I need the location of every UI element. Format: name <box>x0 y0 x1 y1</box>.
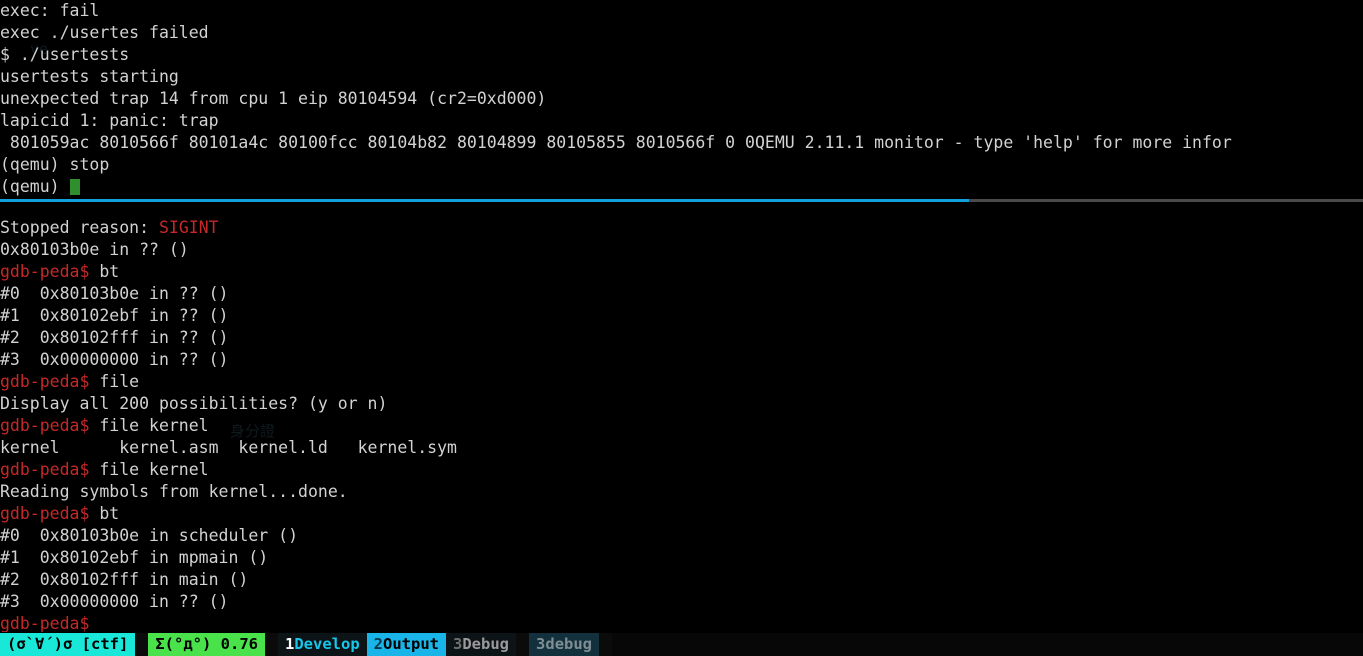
terminal-line-text: $ ./usertests <box>0 45 130 64</box>
terminal-line: lapicid 1: panic: trap <box>0 110 1363 132</box>
terminal-line: 801059ac 8010566f 80101a4c 80100fcc 8010… <box>0 132 1363 154</box>
pane-divider[interactable] <box>0 199 1363 202</box>
terminal-line: #0 0x80103b0e in scheduler () <box>0 525 1363 547</box>
terminal-line: #3 0x00000000 in ?? () <box>0 591 1363 613</box>
terminal-line: #1 0x80102ebf in ?? () <box>0 305 1363 327</box>
powerline-separator-icon <box>135 633 148 656</box>
terminal-line-text: #0 0x80103b0e in scheduler () <box>0 526 299 545</box>
gdb-prompt: gdb-peda$ <box>0 460 90 479</box>
terminal-line-text: #0 0x80103b0e in ?? () <box>0 284 229 303</box>
terminal-line-text: file <box>89 372 140 391</box>
terminal-line-text: #3 0x00000000 in ?? () <box>0 592 229 611</box>
window-tab-label: Develop <box>294 635 360 653</box>
pane-divider-active-segment <box>0 199 969 202</box>
terminal-line-text: unexpected trap 14 from cpu 1 eip 801045… <box>0 89 547 108</box>
terminal-line: #0 0x80103b0e in ?? () <box>0 283 1363 305</box>
gdb-prompt: gdb-peda$ <box>0 262 90 281</box>
powerline-separator-icon <box>516 633 529 656</box>
terminal-line: exec: fail <box>0 0 1363 22</box>
terminal-line: gdb-peda$ <box>0 613 1363 632</box>
window-tab-index: 1 <box>284 635 295 653</box>
window-tab-index: 2 <box>373 635 383 653</box>
window-tab-develop[interactable]: 1Develop <box>277 633 367 656</box>
gdb-prompt: gdb-peda$ <box>0 614 90 632</box>
status-right-session-label: debug <box>545 635 593 653</box>
terminal-line: gdb-peda$ file <box>0 371 1363 393</box>
gdb-prompt: gdb-peda$ <box>0 372 90 391</box>
terminal-line: (qemu) <box>0 176 1363 198</box>
window-tab-label: Debug <box>462 635 510 653</box>
terminal-line: gdb-peda$ bt <box>0 261 1363 283</box>
terminal-screen: ve 身分證 exec: fail exec ./usertes failed $ … <box>0 0 1363 656</box>
terminal-line: gdb-peda$ file kernel <box>0 459 1363 481</box>
terminal-line-text: exec: fail <box>0 1 100 20</box>
status-load-label: Σ(°д°) 0.76 <box>155 635 258 653</box>
qemu-monitor-pane[interactable]: exec: fail exec ./usertes failed $ ./usert… <box>0 0 1363 198</box>
terminal-line-text: bt <box>89 262 120 281</box>
terminal-line: #2 0x80102fff in main () <box>0 569 1363 591</box>
terminal-line: exec ./usertes failed <box>0 22 1363 44</box>
terminal-line-text: (qemu) <box>0 177 70 196</box>
terminal-line: #2 0x80102fff in ?? () <box>0 327 1363 349</box>
tmux-status-bar: (σ`∀´)σ [ctf] Σ(°д°) 0.76 1Develop 2Outp… <box>0 633 1363 656</box>
terminal-line: gdb-peda$ file kernel <box>0 415 1363 437</box>
terminal-line-text: file kernel <box>89 460 209 479</box>
terminal-line: unexpected trap 14 from cpu 1 eip 801045… <box>0 88 1363 110</box>
terminal-line-text: Reading symbols from kernel...done. <box>0 482 348 501</box>
terminal-line: gdb-peda$ bt <box>0 503 1363 525</box>
terminal-line-text: 0x80103b0e in ?? () <box>0 240 189 259</box>
terminal-line-text: kernel kernel.asm kernel.ld kernel.sym <box>0 438 457 457</box>
terminal-line-text: Display all 200 possibilities? (y or n) <box>0 394 388 413</box>
status-right-session-segment[interactable]: 3debug <box>529 633 600 656</box>
terminal-line-text: #2 0x80102fff in main () <box>0 570 249 589</box>
gdb-prompt: SIGINT <box>158 218 219 237</box>
terminal-line: #1 0x80102ebf in mpmain () <box>0 547 1363 569</box>
terminal-line-text: #2 0x80102fff in ?? () <box>0 328 229 347</box>
terminal-line-text: #3 0x00000000 in ?? () <box>0 350 229 369</box>
terminal-line: #3 0x00000000 in ?? () <box>0 349 1363 371</box>
terminal-line-text: (qemu) stop <box>0 155 110 174</box>
terminal-cursor <box>69 179 80 195</box>
terminal-line-text: Stopped reason: <box>0 218 159 237</box>
status-right-session-index: 3 <box>536 635 546 653</box>
terminal-line-text: 801059ac 8010566f 80101a4c 80100fcc 8010… <box>0 133 1232 152</box>
window-tab-index: 3 <box>453 635 463 653</box>
terminal-line-text: #1 0x80102ebf in mpmain () <box>0 548 269 567</box>
status-session-segment[interactable]: (σ`∀´)σ [ctf] <box>0 633 136 656</box>
terminal-line-text: file kernel <box>89 416 209 435</box>
terminal-line-text: exec ./usertes failed <box>0 23 209 42</box>
terminal-line: usertests starting <box>0 66 1363 88</box>
terminal-line-text: bt <box>89 504 120 523</box>
powerline-separator-icon <box>265 633 278 656</box>
terminal-line-text: #1 0x80102ebf in ?? () <box>0 306 229 325</box>
window-tab-debug[interactable]: 3Debug <box>446 633 517 656</box>
gdb-peda-pane[interactable]: Stopped reason: SIGINT 0x80103b0e in ?? (… <box>0 217 1363 632</box>
terminal-line: Reading symbols from kernel...done. <box>0 481 1363 503</box>
terminal-line: (qemu) stop <box>0 154 1363 176</box>
window-tab-output[interactable]: 2Output <box>366 633 446 656</box>
gdb-prompt: gdb-peda$ <box>0 416 90 435</box>
status-bar-filler <box>612 633 1363 656</box>
terminal-line: Display all 200 possibilities? (y or n) <box>0 393 1363 415</box>
terminal-line: kernel kernel.asm kernel.ld kernel.sym <box>0 437 1363 459</box>
powerline-separator-icon <box>599 633 612 656</box>
status-session-label: (σ`∀´)σ [ctf] <box>7 635 129 653</box>
terminal-line: Stopped reason: SIGINT <box>0 217 1363 239</box>
status-load-segment[interactable]: Σ(°д°) 0.76 <box>148 633 265 656</box>
gdb-prompt: gdb-peda$ <box>0 504 90 523</box>
window-tab-label: Output <box>383 635 439 653</box>
terminal-line: 0x80103b0e in ?? () <box>0 239 1363 261</box>
terminal-line-text: usertests starting <box>0 67 179 86</box>
terminal-line: $ ./usertests <box>0 44 1363 66</box>
terminal-line-text: lapicid 1: panic: trap <box>0 111 219 130</box>
